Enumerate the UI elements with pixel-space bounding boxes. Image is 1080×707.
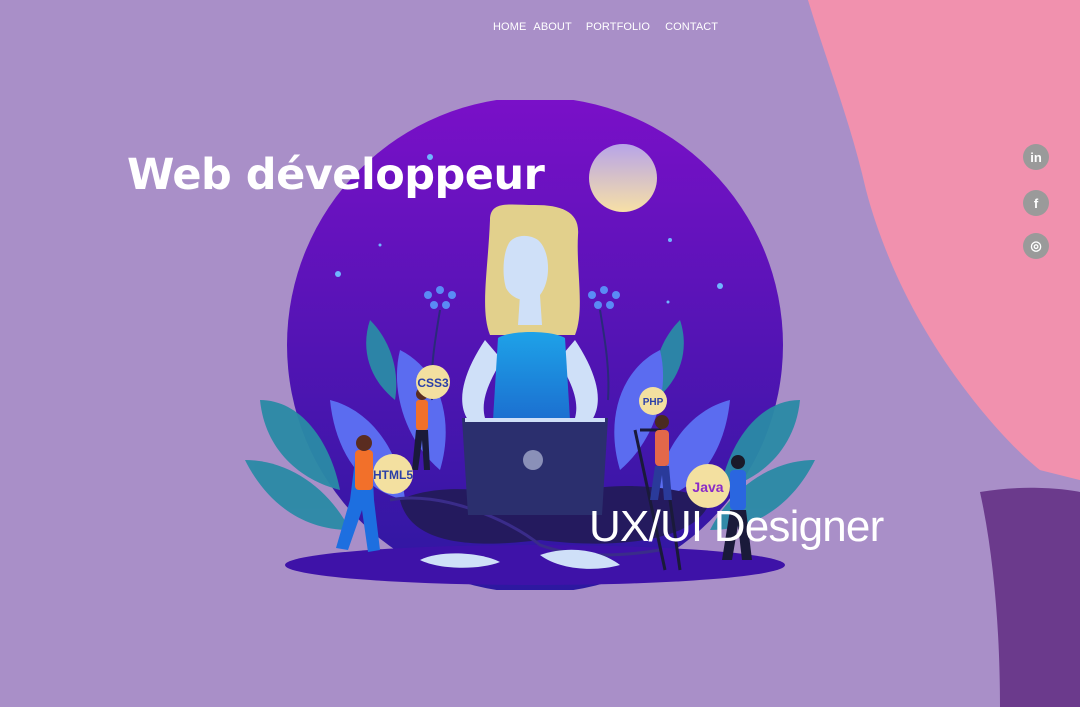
css3-label: CSS3 — [417, 376, 449, 390]
linkedin-icon[interactable]: in — [1023, 144, 1049, 170]
nav-portfolio[interactable]: PORTFOLIO — [586, 21, 650, 33]
html5-label: HTML5 — [373, 468, 413, 482]
hero-title-ux-ui-designer: UX/UI Designer — [589, 502, 884, 551]
nav-home[interactable]: HOME — [493, 21, 526, 33]
dark-wave — [980, 487, 1080, 707]
laptop-logo — [523, 450, 543, 470]
java-label: Java — [692, 479, 723, 495]
facebook-icon[interactable]: f — [1023, 190, 1049, 216]
main-nav: HOME ABOUT PORTFOLIO CONTACT — [493, 21, 718, 33]
hero-title-web-developer: Web développeur — [127, 150, 545, 200]
moon-icon — [589, 144, 657, 212]
php-label: PHP — [643, 397, 664, 408]
instagram-icon[interactable]: ◎ — [1023, 233, 1049, 259]
woman-shirt — [493, 332, 570, 420]
nav-contact[interactable]: CONTACT — [665, 21, 718, 33]
woman-face — [503, 235, 549, 301]
nav-about[interactable]: ABOUT — [533, 21, 571, 33]
